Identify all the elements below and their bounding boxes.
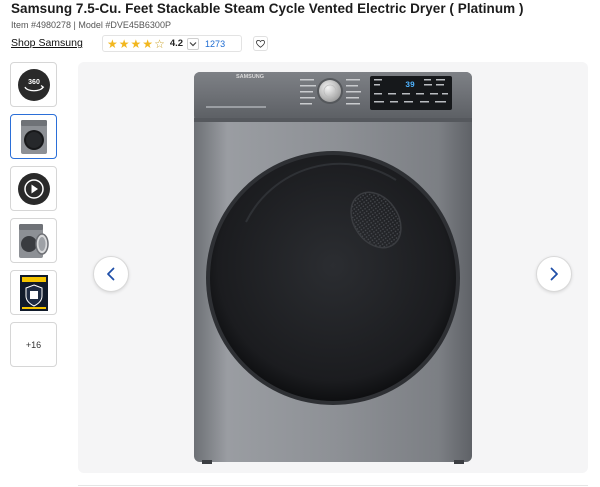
rating-value: 4.2 bbox=[169, 38, 184, 49]
shop-brand-link[interactable]: Shop Samsung bbox=[11, 37, 83, 49]
product-title: Samsung 7.5-Cu. Feet Stackable Steam Cyc… bbox=[11, 1, 524, 16]
chevron-right-icon bbox=[550, 267, 558, 281]
samsung-brand-mark: SAMSUNG bbox=[236, 74, 264, 80]
review-count-link[interactable]: 1273 bbox=[205, 39, 225, 49]
warranty-badge-image bbox=[19, 274, 48, 311]
chevron-down-icon[interactable] bbox=[187, 37, 200, 50]
thumbnail-dryer-front[interactable] bbox=[10, 114, 57, 159]
star-icon: ★ bbox=[142, 36, 154, 51]
main-image-viewer: SAMSUNG 39 bbox=[78, 62, 588, 473]
thumbnail-dryer-open[interactable] bbox=[10, 218, 57, 263]
next-image-button[interactable] bbox=[536, 256, 572, 292]
wishlist-button[interactable] bbox=[253, 36, 268, 51]
thumbnail-more[interactable]: +16 bbox=[10, 322, 57, 367]
star-icon: ★ bbox=[107, 36, 118, 51]
thumb-360-label: 360 bbox=[28, 79, 40, 86]
thumbnail-360-view[interactable]: 360 bbox=[10, 62, 57, 107]
thumbnail-gallery: 360 +16 bbox=[10, 62, 57, 374]
heart-icon bbox=[256, 39, 265, 48]
dryer-product-image: SAMSUNG 39 bbox=[194, 72, 472, 464]
previous-image-button[interactable] bbox=[93, 256, 129, 292]
video-play-icon bbox=[17, 172, 50, 205]
open-dryer-thumbnail-image bbox=[18, 223, 49, 258]
chevron-left-icon bbox=[107, 267, 115, 281]
star-icon: ★ bbox=[118, 36, 130, 51]
thumbnail-warranty-badge[interactable] bbox=[10, 270, 57, 315]
section-divider bbox=[78, 485, 588, 486]
thumbnail-video[interactable] bbox=[10, 166, 57, 211]
star-icon: ★ bbox=[130, 36, 142, 51]
star-outline-icon: ☆ bbox=[154, 36, 165, 51]
star-rating: ★ ★ ★ ★ ☆ bbox=[107, 38, 165, 50]
360-view-icon: 360 bbox=[17, 68, 50, 101]
rating-widget[interactable]: ★ ★ ★ ★ ☆ 4.2 1273 bbox=[102, 35, 242, 52]
product-meta: Item #4980278 | Model #DVE45B6300P bbox=[11, 20, 171, 30]
dryer-thumbnail-image bbox=[20, 119, 47, 154]
display-time: 39 bbox=[405, 81, 415, 90]
more-images-label: +16 bbox=[25, 339, 42, 350]
